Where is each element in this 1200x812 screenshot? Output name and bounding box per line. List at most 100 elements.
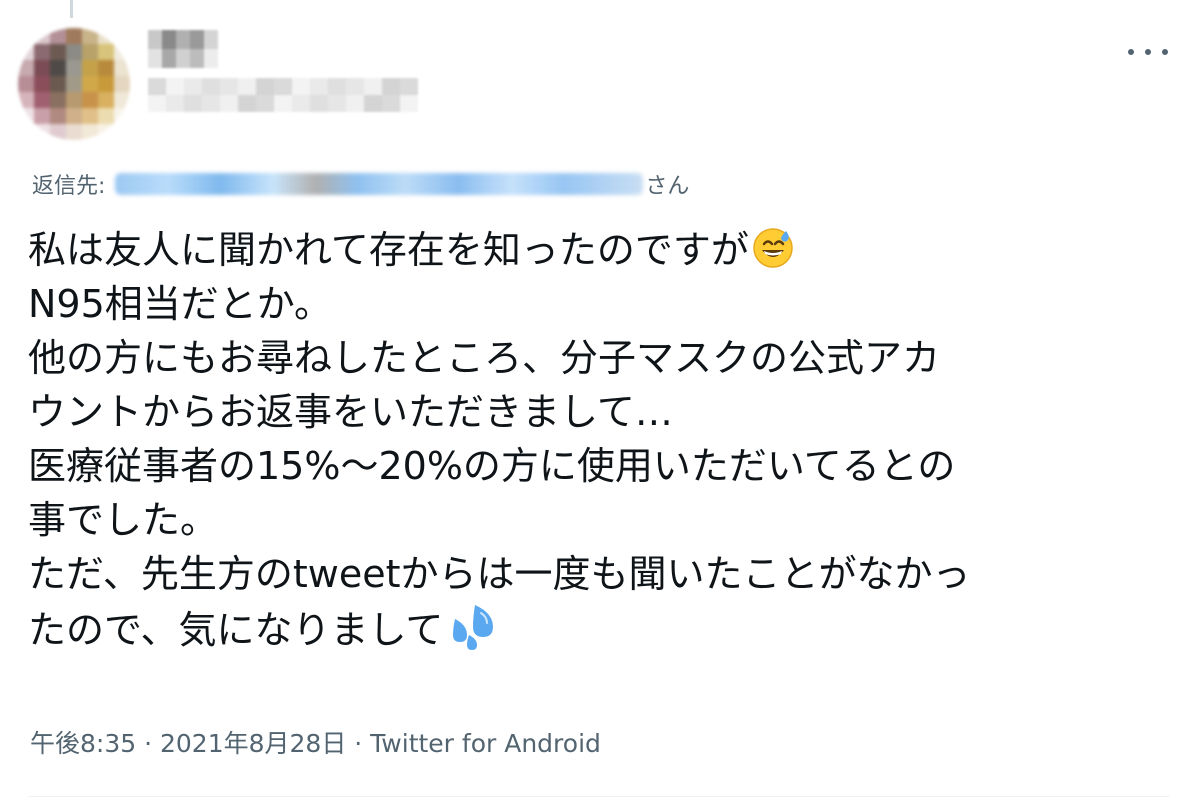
handle-pixel <box>238 95 256 112</box>
avatar-pixel <box>66 28 82 44</box>
user-handle-redacted[interactable] <box>148 78 418 112</box>
meta-separator: · <box>346 729 371 758</box>
handle-pixel <box>328 78 346 95</box>
avatar-pixel <box>98 124 114 140</box>
name-pixel <box>204 30 218 49</box>
replying-to-label: 返信先: <box>32 174 106 199</box>
avatar-pixel <box>50 76 66 92</box>
avatar-pixel <box>18 124 34 140</box>
replying-to-suffix: さん <box>645 174 690 199</box>
name-pixel <box>176 30 190 49</box>
avatar-pixel <box>82 28 98 44</box>
avatar-pixel <box>66 44 82 60</box>
avatar-pixel <box>50 92 66 108</box>
avatar-pixel <box>18 28 34 44</box>
avatar-pixel <box>114 124 130 140</box>
avatar-pixel <box>66 92 82 108</box>
thread-connector-line <box>70 0 73 18</box>
avatar-pixel <box>66 124 82 140</box>
handle-pixel <box>292 78 310 95</box>
handle-pixel <box>184 78 202 95</box>
avatar-pixel <box>34 60 50 76</box>
avatar-pixel <box>34 44 50 60</box>
avatar-pixel <box>50 44 66 60</box>
avatar-pixel <box>98 76 114 92</box>
meta-separator: · <box>136 729 160 758</box>
avatar-pixel <box>98 108 114 124</box>
handle-pixel <box>346 78 364 95</box>
avatar-pixel <box>50 60 66 76</box>
handle-pixel <box>184 95 202 112</box>
sweat-droplets-icon <box>453 605 494 650</box>
tweet-date-link[interactable]: 2021年8月28日 <box>160 729 346 758</box>
avatar-pixel <box>18 60 34 76</box>
avatar-pixel <box>114 76 130 92</box>
handle-pixel <box>202 95 220 112</box>
tweet-line: 医療従事者の15%〜20%の方に使用いただいてるとの <box>28 444 956 488</box>
name-pixel <box>162 49 176 68</box>
handle-pixel <box>274 78 292 95</box>
handle-pixel <box>364 95 382 112</box>
name-pixel <box>190 49 204 68</box>
replying-to-handles-redacted[interactable] <box>115 173 644 195</box>
handle-pixel <box>202 78 220 95</box>
more-options-icon[interactable] <box>1128 40 1168 64</box>
name-pixel <box>176 49 190 68</box>
avatar-pixel <box>82 44 98 60</box>
replying-to: 返信先: さん <box>32 166 689 202</box>
handle-pixel <box>364 78 382 95</box>
avatar-pixel <box>82 60 98 76</box>
avatar-pixel <box>66 76 82 92</box>
display-name-redacted[interactable] <box>148 30 218 68</box>
avatar-pixel <box>18 76 34 92</box>
avatar-pixel <box>114 44 130 60</box>
avatar-pixel <box>82 108 98 124</box>
avatar-pixel <box>114 28 130 44</box>
avatar-pixel <box>114 92 130 108</box>
avatar-pixel <box>82 124 98 140</box>
handle-pixel <box>220 95 238 112</box>
handle-pixel <box>382 78 400 95</box>
handle-pixel <box>166 95 184 112</box>
avatar-pixel <box>34 124 50 140</box>
avatar-pixel <box>34 76 50 92</box>
avatar-pixel <box>98 28 114 44</box>
handle-pixel <box>220 78 238 95</box>
tweet-text: 私は友人に聞かれて存在を知ったのですが N95相当だとか。 他の方にもお尋ねした… <box>28 223 1178 657</box>
handle-pixel <box>400 78 418 95</box>
tweet-line: 私は友人に聞かれて存在を知ったのですが <box>28 223 1178 277</box>
handle-pixel <box>382 95 400 112</box>
avatar-pixel <box>66 108 82 124</box>
avatar-pixel <box>50 108 66 124</box>
name-pixel <box>148 49 162 68</box>
name-pixel <box>190 30 204 49</box>
tweet-metadata: 午後8:35 · 2021年8月28日 · Twitter for Androi… <box>30 724 601 760</box>
avatar-pixel <box>18 92 34 108</box>
avatar-pixel <box>50 28 66 44</box>
tweet-line: たので、気になりまして <box>28 601 1178 657</box>
handle-pixel <box>256 78 274 95</box>
avatar-pixel <box>98 60 114 76</box>
tweet-line: ただ、先生方のtweetからは一度も聞いたことがなかっ <box>28 552 971 596</box>
tweet-line: N95相当だとか。 <box>28 282 333 326</box>
avatar-pixel <box>82 76 98 92</box>
tweet-source-link[interactable]: Twitter for Android <box>370 729 601 758</box>
handle-pixel <box>310 95 328 112</box>
tweet-line: ウントからお返事をいただきまして… <box>28 390 673 434</box>
handle-pixel <box>400 95 418 112</box>
tweet-line: 他の方にもお尋ねしたところ、分子マスクの公式アカ <box>28 336 941 380</box>
avatar-pixel <box>34 92 50 108</box>
avatar-pixel <box>50 124 66 140</box>
avatar[interactable] <box>18 28 130 140</box>
handle-pixel <box>256 95 274 112</box>
name-pixel <box>204 49 218 68</box>
handle-pixel <box>166 78 184 95</box>
avatar-pixel <box>34 28 50 44</box>
avatar-pixel <box>18 108 34 124</box>
handle-pixel <box>292 95 310 112</box>
tweet-time-link[interactable]: 午後8:35 <box>30 729 136 758</box>
avatar-pixel <box>114 108 130 124</box>
avatar-pixel <box>34 108 50 124</box>
avatar-pixel <box>98 44 114 60</box>
avatar-pixel <box>66 60 82 76</box>
